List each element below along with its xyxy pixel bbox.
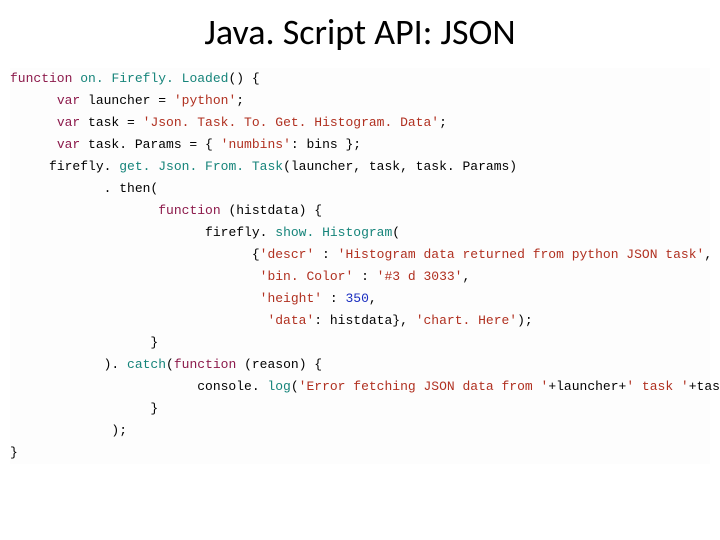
str: 'Error fetching JSON data from ' bbox=[299, 379, 549, 394]
code-line: firefly. get. Json. From. Task(launcher,… bbox=[10, 159, 517, 174]
code-line: firefly. show. Histogram( bbox=[10, 225, 400, 240]
str: 'chart. Here' bbox=[416, 313, 517, 328]
str: 'Histogram data returned from python JSO… bbox=[338, 247, 705, 262]
t: firefly. bbox=[205, 225, 275, 240]
fn: catch bbox=[127, 357, 166, 372]
code-line: {'descr' : 'Histogram data returned from… bbox=[10, 247, 712, 262]
kw-var: var bbox=[57, 115, 80, 130]
pad bbox=[10, 159, 49, 174]
t: ( bbox=[291, 379, 299, 394]
str: 'data' bbox=[267, 313, 314, 328]
t: ; bbox=[439, 115, 447, 130]
pad bbox=[10, 93, 57, 108]
pad bbox=[10, 291, 260, 306]
code-line: function (histdata) { bbox=[10, 203, 322, 218]
kw-var: var bbox=[57, 137, 80, 152]
pad bbox=[10, 137, 57, 152]
t: task = bbox=[80, 115, 142, 130]
code-line: var task = 'Json. Task. To. Get. Histogr… bbox=[10, 115, 447, 130]
code-line: } bbox=[10, 335, 158, 350]
pad bbox=[10, 203, 158, 218]
pad bbox=[10, 115, 57, 130]
code-line: console. log('Error fetching JSON data f… bbox=[10, 379, 720, 394]
pad: { bbox=[10, 247, 260, 262]
code-line: 'height' : 350, bbox=[10, 291, 377, 306]
code-block: function on. Firefly. Loaded() { var lau… bbox=[10, 68, 710, 464]
t: (histdata) { bbox=[221, 203, 322, 218]
code-line: } bbox=[10, 445, 18, 460]
str: 'height' bbox=[260, 291, 322, 306]
t: , bbox=[704, 247, 712, 262]
str: 'Json. Task. To. Get. Histogram. Data' bbox=[143, 115, 439, 130]
t: , bbox=[369, 291, 377, 306]
code-line: ). catch(function (reason) { bbox=[10, 357, 322, 372]
pad bbox=[10, 269, 260, 284]
t: : bins }; bbox=[291, 137, 361, 152]
t: +task+ bbox=[689, 379, 720, 394]
kw-var: var bbox=[57, 93, 80, 108]
slide-title: Java. Script API: JSON bbox=[0, 10, 720, 54]
t: (launcher, task, task. Params) bbox=[283, 159, 517, 174]
t: : histdata}, bbox=[314, 313, 415, 328]
str: ' task ' bbox=[626, 379, 688, 394]
str: 'numbins' bbox=[221, 137, 291, 152]
fn: log bbox=[267, 379, 290, 394]
t: (reason) { bbox=[236, 357, 322, 372]
t: task. Params = { bbox=[80, 137, 220, 152]
t: ( bbox=[166, 357, 174, 372]
t: ); bbox=[10, 423, 127, 438]
code-line: var launcher = 'python'; bbox=[10, 93, 244, 108]
kw-function: function bbox=[174, 357, 236, 372]
num: 350 bbox=[345, 291, 368, 306]
code-line: var task. Params = { 'numbins': bins }; bbox=[10, 137, 361, 152]
code-line: 'data': histdata}, 'chart. Here'); bbox=[10, 313, 533, 328]
code-line: 'bin. Color' : '#3 d 3033', bbox=[10, 269, 470, 284]
pad bbox=[10, 313, 267, 328]
t: : bbox=[353, 269, 376, 284]
fn-name: on. Firefly. Loaded bbox=[80, 71, 228, 86]
pad: ). bbox=[10, 357, 127, 372]
t: } bbox=[10, 445, 18, 460]
t: , bbox=[463, 269, 471, 284]
t: } bbox=[10, 335, 158, 350]
str: '#3 d 3033' bbox=[377, 269, 463, 284]
kw-function: function bbox=[10, 71, 72, 86]
t: : bbox=[322, 291, 345, 306]
code-line: ); bbox=[10, 423, 127, 438]
code-line: function on. Firefly. Loaded() { bbox=[10, 71, 260, 86]
t: +launcher+ bbox=[548, 379, 626, 394]
code-line: . then( bbox=[10, 181, 158, 196]
t: ); bbox=[517, 313, 533, 328]
str: 'descr' bbox=[260, 247, 315, 262]
str: 'bin. Color' bbox=[260, 269, 354, 284]
t: ; bbox=[236, 93, 244, 108]
t: . then( bbox=[10, 181, 158, 196]
code-line: } bbox=[10, 401, 158, 416]
pad bbox=[10, 225, 205, 240]
t: } bbox=[10, 401, 158, 416]
t: firefly. bbox=[49, 159, 119, 174]
t: : bbox=[314, 247, 337, 262]
pad: console. bbox=[10, 379, 267, 394]
t: () { bbox=[228, 71, 259, 86]
t: ( bbox=[392, 225, 400, 240]
str: 'python' bbox=[174, 93, 236, 108]
t: launcher = bbox=[80, 93, 174, 108]
fn: show. Histogram bbox=[275, 225, 392, 240]
fn: get. Json. From. Task bbox=[119, 159, 283, 174]
kw-function: function bbox=[158, 203, 220, 218]
